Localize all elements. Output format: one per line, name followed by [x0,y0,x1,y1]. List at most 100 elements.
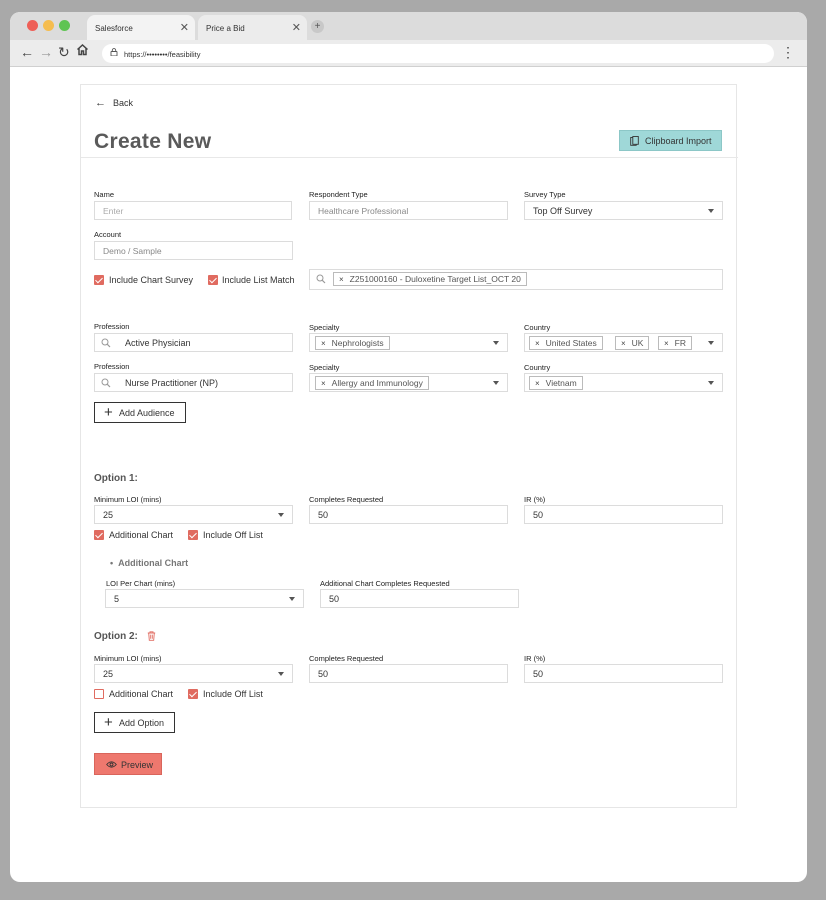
search-icon [316,274,326,284]
back-arrow-icon[interactable]: ← [20,44,34,60]
country-chip-label: FR [674,338,687,348]
back-arrow-icon: ← [95,97,106,109]
add-option-button[interactable]: + Add Option [94,712,175,733]
list-match-search-input[interactable]: × Z251000160 - Duloxetine Target List_OCT… [309,269,723,290]
ir-input[interactable]: 50 [524,664,723,683]
header-divider [81,157,738,158]
close-window-button[interactable] [27,20,38,31]
forward-arrow-icon[interactable]: → [39,44,53,60]
minimize-window-button[interactable] [43,20,54,31]
specialty-chip: × Allergy and Immunology [315,376,429,390]
url-bar[interactable]: https://••••••••/feasibility [102,44,774,63]
add-audience-button[interactable]: + Add Audience [94,402,186,423]
include-off-list-checkbox[interactable] [188,689,198,699]
chip-remove-icon[interactable]: × [621,339,626,348]
tab-salesforce[interactable]: Salesforce ✕ [87,15,195,40]
home-icon[interactable] [76,43,89,59]
account-field: Demo / Sample [94,241,293,260]
additional-chart-label: Additional Chart [109,530,174,540]
create-new-card: ← Back Create New Clipboard Import Name E… [80,84,738,808]
chevron-down-icon [708,381,714,385]
chevron-down-icon [289,597,295,601]
name-input[interactable]: Enter [94,201,292,220]
additional-chart-checkbox[interactable] [94,689,104,699]
chip-remove-icon[interactable]: × [321,339,326,348]
plus-icon: + [104,714,113,731]
loi-per-chart-value: 5 [114,594,120,604]
specialty-chip-label: Allergy and Immunology [331,378,423,388]
url-text: https://••••••••/feasibility [124,50,201,59]
plus-icon: + [104,404,113,421]
chevron-down-icon [708,209,714,213]
include-chart-survey-checkbox[interactable] [94,275,104,285]
chevron-down-icon [493,381,499,385]
country-select[interactable]: × Vietnam [524,373,723,392]
additional-chart-heading: • Additional Chart [110,558,188,568]
search-icon [101,378,111,388]
chip-remove-icon[interactable]: × [664,339,669,348]
reload-icon[interactable]: ↻ [58,44,70,61]
chip-remove-icon[interactable]: × [339,275,344,284]
country-label: Country [524,363,551,372]
account-label: Account [94,230,122,239]
respondent-type-label: Respondent Type [309,190,368,199]
chart-completes-input[interactable]: 50 [320,589,519,608]
eye-icon [106,761,117,768]
menu-kebab-icon[interactable]: ⋮ [781,44,795,61]
country-chip: × UK [615,336,650,350]
completes-label: Completes Requested [309,654,384,663]
chevron-down-icon [278,513,284,517]
chip-remove-icon[interactable]: × [535,339,540,348]
profession-input[interactable]: Nurse Practitioner (NP) [94,373,293,392]
maximize-window-button[interactable] [59,20,70,31]
loi-per-chart-select[interactable]: 5 [105,589,304,608]
min-loi-select[interactable]: 25 [94,664,293,683]
country-chip-label: UK [631,338,644,348]
add-audience-label: Add Audience [119,408,175,418]
country-chip: × FR [658,336,693,350]
profession-value: Active Physician [125,338,191,348]
specialty-select[interactable]: × Allergy and Immunology [309,373,508,392]
country-select[interactable]: × United States × UK × FR [524,333,723,352]
include-off-list-label: Include Off List [203,530,263,540]
survey-type-select[interactable]: Top Off Survey [524,201,723,220]
profession-input[interactable]: Active Physician [94,333,293,352]
page-title: Create New [94,130,212,153]
chevron-down-icon [708,341,714,345]
close-tab-icon[interactable]: ✕ [180,21,189,34]
tab-bar: Salesforce ✕ Price a Bid ✕ + [10,12,807,40]
profession-value: Nurse Practitioner (NP) [125,378,219,388]
clipboard-import-button[interactable]: Clipboard Import [619,130,722,151]
specialty-select[interactable]: × Nephrologists [309,333,508,352]
tab-label: Salesforce [95,24,133,33]
country-chip-label: Vietnam [545,378,577,388]
include-off-list-checkbox[interactable] [188,530,198,540]
preview-button[interactable]: Preview [94,753,162,775]
completes-label: Completes Requested [309,495,384,504]
close-tab-icon[interactable]: ✕ [292,21,301,34]
chart-completes-label: Additional Chart Completes Requested [320,579,450,588]
loi-per-chart-label: LOI Per Chart (mins) [106,579,176,588]
include-chart-survey-label: Include Chart Survey [109,275,194,285]
min-loi-label: Minimum LOI (mins) [94,495,162,504]
option-2-title: Option 2: [94,631,138,642]
min-loi-value: 25 [103,669,114,679]
min-loi-select[interactable]: 25 [94,505,293,524]
new-tab-button[interactable]: + [311,20,324,33]
lock-icon [110,48,118,56]
include-off-list-label: Include Off List [203,689,263,699]
include-list-match-label: Include List Match [222,275,295,285]
chevron-down-icon [493,341,499,345]
tab-price-a-bid[interactable]: Price a Bid ✕ [198,15,307,40]
chip-remove-icon[interactable]: × [535,379,540,388]
specialty-label: Specialty [309,323,340,332]
ir-input[interactable]: 50 [524,505,723,524]
country-chip: × United States [529,336,603,350]
back-link[interactable]: ← Back [95,97,133,109]
completes-input[interactable]: 50 [309,505,508,524]
completes-input[interactable]: 50 [309,664,508,683]
trash-icon[interactable] [147,631,156,641]
include-list-match-checkbox[interactable] [208,275,218,285]
additional-chart-checkbox[interactable] [94,530,104,540]
chip-remove-icon[interactable]: × [321,379,326,388]
